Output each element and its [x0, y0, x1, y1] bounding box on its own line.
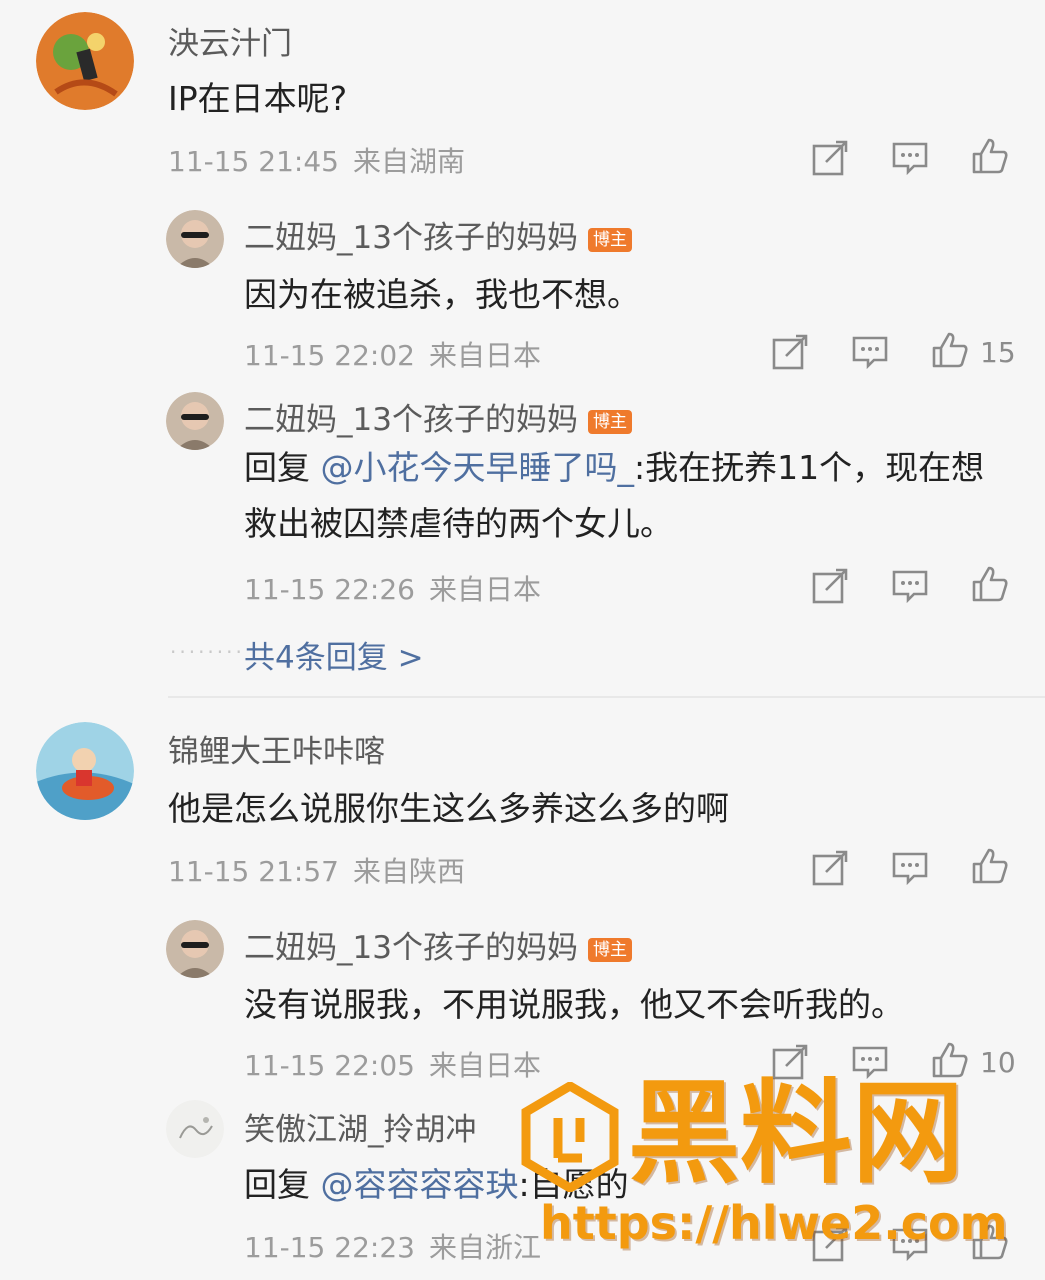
reply-meta: 11-15 22:02 来自日本 — [244, 334, 541, 374]
comment-time: 11-15 21:45 — [168, 145, 339, 178]
comment-location: 来自陕西 — [352, 855, 465, 888]
reply-location: 来自日本 — [428, 339, 541, 372]
reply-meta: 11-15 22:23 来自浙江 — [244, 1226, 541, 1266]
watermark-url: https://hlwe2.com — [540, 1196, 1008, 1250]
reply-time: 11-15 22:23 — [244, 1231, 415, 1264]
comment-location: 来自湖南 — [352, 145, 465, 178]
reply-text: 没有说服我，不用说服我，他又不会听我的。 — [244, 985, 904, 1024]
reply-author[interactable]: 笑傲江湖_拎胡冲 — [244, 1104, 477, 1149]
share-icon[interactable] — [770, 332, 810, 372]
comment-author[interactable]: 锦鲤大王咔咔喀 — [168, 726, 385, 771]
thumbs-up-icon[interactable] — [970, 136, 1010, 176]
watermark-brand: 黑料网 — [628, 1069, 964, 1199]
comment-meta: 11-15 21:57 来自陕西 — [168, 850, 465, 890]
author-badge: 博主 — [587, 937, 632, 962]
comment-meta: 11-15 21:45 来自湖南 — [168, 140, 465, 180]
reply-author[interactable]: 二妞妈_13个孩子的妈妈 博主 — [244, 394, 632, 439]
reply-avatar[interactable] — [166, 920, 224, 978]
like-count: 15 — [980, 336, 1016, 369]
reply-author[interactable]: 二妞妈_13个孩子的妈妈 博主 — [244, 922, 632, 967]
mention-link[interactable]: @容容容容玦 — [321, 1165, 519, 1204]
reply-time: 11-15 22:02 — [244, 339, 415, 372]
comment-icon[interactable] — [890, 848, 930, 888]
comment-text: IP在日本呢? — [168, 79, 348, 118]
reply-time: 11-15 22:05 — [244, 1049, 415, 1082]
author-badge: 博主 — [587, 227, 632, 252]
reply-text: 因为在被追杀，我也不想。 — [244, 275, 640, 314]
thumbs-up-icon[interactable] — [970, 846, 1010, 886]
comment-icon[interactable] — [850, 332, 890, 372]
reply-location: 来自浙江 — [428, 1231, 541, 1264]
reply-author[interactable]: 二妞妈_13个孩子的妈妈 博主 — [244, 212, 632, 257]
author-badge: 博主 — [587, 409, 632, 434]
reply-location: 来自日本 — [428, 1049, 541, 1082]
reply-meta: 11-15 22:05 来自日本 — [244, 1044, 541, 1084]
more-replies-link[interactable]: 共4条回复 > — [244, 632, 424, 677]
comment-time: 11-15 21:57 — [168, 855, 339, 888]
mention-link[interactable]: @小花今天早睡了吗_ — [321, 448, 635, 487]
share-icon[interactable] — [810, 848, 850, 888]
comment-text: 他是怎么说服你生这么多养这么多的啊 — [168, 789, 729, 828]
more-dots: ········ — [170, 640, 245, 664]
comment-author[interactable]: 泱云汁门 — [168, 18, 292, 63]
avatar[interactable] — [36, 722, 134, 820]
reply-meta: 11-15 22:26 来自日本 — [244, 568, 541, 608]
reply-avatar[interactable] — [166, 1100, 224, 1158]
watermark-logo-icon — [520, 1080, 620, 1194]
reply-avatar[interactable] — [166, 210, 224, 268]
comment-icon[interactable] — [890, 566, 930, 606]
reply-location: 来自日本 — [428, 573, 541, 606]
like-count: 10 — [980, 1046, 1016, 1079]
avatar[interactable] — [36, 12, 134, 110]
reply-avatar[interactable] — [166, 392, 224, 450]
thumbs-up-icon[interactable] — [930, 330, 970, 370]
reply-time: 11-15 22:26 — [244, 573, 415, 606]
reply-text: 回复 @小花今天早睡了吗_:我在抚养11个，现在想救出被囚禁虐待的两个女儿。 — [244, 448, 985, 543]
share-icon[interactable] — [810, 566, 850, 606]
comment-icon[interactable] — [890, 138, 930, 178]
share-icon[interactable] — [810, 138, 850, 178]
thumbs-up-icon[interactable] — [970, 564, 1010, 604]
divider — [168, 696, 1045, 698]
